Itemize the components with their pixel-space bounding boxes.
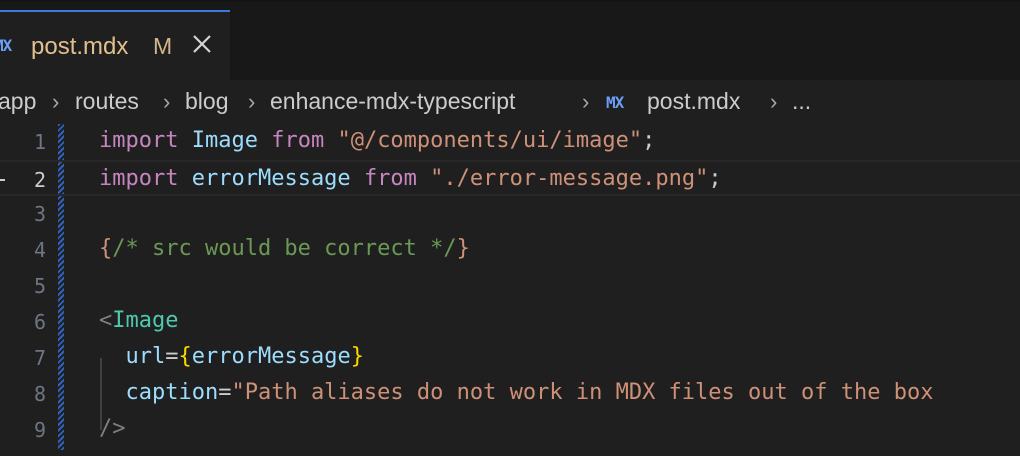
code-text: {/* src would be correct */} [99,236,470,261]
code-token: = [218,380,232,405]
line-number: 6 [33,310,46,334]
code-line[interactable]: 2 import errorMessage from "./error-messa… [0,160,1020,196]
tab-post-mdx[interactable]: MX post.mdx M [0,10,230,80]
code-token: { [99,236,113,261]
code-line[interactable]: 4 {/* src would be correct */} [0,232,1020,268]
editor-window: MX post.mdx M app › routes › blog › enha… [0,0,1020,456]
code-token: { [178,344,192,369]
code-token: = [165,344,179,369]
code-line[interactable]: 7 url={errorMessage} [0,340,1020,376]
breadcrumb-item-post-mdx[interactable]: post.mdx [647,88,740,115]
code-token: from [271,128,325,153]
tab-bar-top-border [0,0,1020,2]
line-number: 4 [33,238,46,262]
code-token: Image [112,308,179,333]
code-token: ; [708,166,722,191]
code-token: url [125,344,166,369]
code-text: import errorMessage from "./error-messag… [99,166,722,191]
breadcrumb-item-blog[interactable]: blog [185,88,228,115]
code-token: /* src would be correct */ [112,236,457,261]
code-token: /> [99,416,126,441]
code-token: "Path aliases do not work in MDX files o… [231,380,934,405]
line-number: 3 [33,202,46,226]
breadcrumb-item-routes[interactable]: routes [75,88,139,115]
chevron-right-icon: › [163,89,171,114]
code-line[interactable]: 5 [0,268,1020,304]
breadcrumb-more[interactable]: ... [792,88,811,115]
mdx-file-icon: MX [0,36,12,55]
code-token: < [99,308,113,333]
code-token: "@/components/ui/image" [337,128,643,153]
code-text: <Image [99,308,178,333]
current-line-marker [0,179,5,181]
code-token: import [99,128,179,153]
code-editor[interactable]: 1 import Image from "@/components/ui/imag… [0,122,1020,456]
code-token: } [456,236,470,261]
code-token: errorMessage [191,166,351,191]
close-icon[interactable] [190,32,214,56]
breadcrumb: app › routes › blog › enhance-mdx-typesc… [0,88,1020,118]
chevron-right-icon: › [770,89,778,114]
tab-bar: MX post.mdx M [0,0,1020,80]
code-token: errorMessage [191,344,351,369]
code-line[interactable]: 6 <Image [0,304,1020,340]
code-text: /> [99,416,126,441]
code-token: Image [191,128,258,153]
code-token: caption [125,380,219,405]
code-line[interactable]: 1 import Image from "@/components/ui/imag… [0,124,1020,160]
mdx-file-icon: MX [606,93,624,112]
indent-guide [100,358,102,430]
chevron-right-icon: › [52,89,60,114]
line-number: 2 [33,168,46,192]
chevron-right-icon: › [582,89,590,114]
code-line[interactable]: 3 [0,196,1020,232]
chevron-right-icon: › [248,89,256,114]
code-token: "./error-message.png" [430,166,709,191]
line-number: 8 [33,382,46,406]
breadcrumb-item-enhance-mdx-typescript[interactable]: enhance-mdx-typescript [270,88,515,115]
code-line[interactable]: 9 /> [0,412,1020,448]
code-line[interactable]: 8 caption="Path aliases do not work in M… [0,376,1020,412]
code-text: import Image from "@/components/ui/image… [99,128,655,153]
code-token: import [99,166,179,191]
code-text: caption="Path aliases do not work in MDX… [99,380,934,405]
line-number: 9 [33,418,46,442]
code-token: } [350,344,364,369]
modified-badge: M [153,33,173,59]
breadcrumb-item-app[interactable]: app [0,88,36,115]
tab-label: post.mdx [31,33,129,60]
line-number: 5 [33,274,46,298]
code-token: ; [642,128,656,153]
code-token: from [363,166,417,191]
line-number: 7 [33,346,46,370]
code-text: url={errorMessage} [99,344,364,369]
line-number: 1 [33,130,46,154]
